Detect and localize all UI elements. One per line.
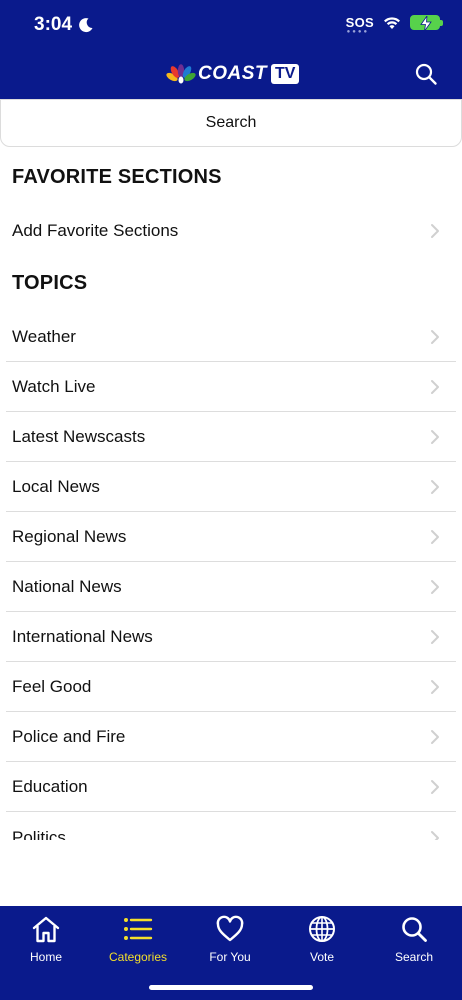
peacock-logo-icon xyxy=(166,64,196,84)
tab-label: Search xyxy=(394,950,434,964)
topic-label: Education xyxy=(12,776,88,796)
tab-label: For You xyxy=(209,950,251,964)
sos-indicator: SOS ●●●● xyxy=(345,15,374,35)
chevron-right-icon xyxy=(431,224,439,238)
chevron-right-icon xyxy=(431,831,439,840)
topics-title: TOPICS xyxy=(12,272,88,294)
topic-label: Politics xyxy=(12,828,66,840)
topic-label: Watch Live xyxy=(12,376,96,396)
battery-icon xyxy=(410,15,443,31)
topic-label: Latest Newscasts xyxy=(12,426,146,446)
topic-label: Police and Fire xyxy=(12,726,126,746)
moon-icon xyxy=(79,18,93,33)
logo-tv-badge: TV xyxy=(271,64,300,84)
topic-label: Feel Good xyxy=(12,676,92,696)
chevron-right-icon xyxy=(431,329,439,344)
signal-dots-icon: ●●●● xyxy=(346,29,370,35)
search-label: Search xyxy=(205,114,257,131)
topic-row-international-news[interactable]: International News xyxy=(6,612,456,662)
topic-row-police-and-fire[interactable]: Police and Fire xyxy=(6,712,456,762)
list-icon xyxy=(122,914,154,944)
topic-label: National News xyxy=(12,576,122,596)
status-time-text: 3:04 xyxy=(34,14,73,35)
topic-label: International News xyxy=(12,626,153,646)
topic-label: Weather xyxy=(12,326,76,346)
search-icon xyxy=(398,914,430,944)
chevron-right-icon xyxy=(431,729,439,744)
topic-row-watch-live[interactable]: Watch Live xyxy=(6,362,456,412)
chevron-right-icon xyxy=(431,629,439,644)
topic-row-feel-good[interactable]: Feel Good xyxy=(6,662,456,712)
topic-row-education[interactable]: Education xyxy=(6,762,456,812)
topic-label: Regional News xyxy=(12,526,127,546)
logo-word: COAST xyxy=(198,63,267,84)
home-indicator[interactable] xyxy=(149,985,313,990)
sos-text: SOS xyxy=(345,15,374,30)
chevron-right-icon xyxy=(431,779,439,794)
tab-label: Home xyxy=(29,950,62,964)
topic-label: Local News xyxy=(12,476,100,496)
coast-tv-logo: COAST TV xyxy=(166,62,300,86)
chevron-right-icon xyxy=(431,679,439,694)
home-icon xyxy=(30,914,62,944)
wifi-icon xyxy=(384,16,400,29)
categories-list[interactable]: FAVORITE SECTIONS Add Favorite Sections … xyxy=(0,147,462,840)
chevron-right-icon xyxy=(431,379,439,394)
tab-home[interactable]: Home xyxy=(0,914,92,974)
tab-label: Categories xyxy=(108,950,168,964)
chevron-right-icon xyxy=(431,579,439,594)
topic-row-regional-news[interactable]: Regional News xyxy=(6,512,456,562)
topic-row-latest-newscasts[interactable]: Latest Newscasts xyxy=(6,412,456,462)
topic-row-local-news[interactable]: Local News xyxy=(6,462,456,512)
tab-search[interactable]: Search xyxy=(368,914,460,974)
globe-icon xyxy=(306,914,338,944)
status-bar: 3:04 SOS ●●●● xyxy=(0,0,462,50)
topic-row-politics[interactable]: Politics xyxy=(6,813,456,840)
topic-row-weather[interactable]: Weather xyxy=(6,312,456,362)
search-icon[interactable] xyxy=(414,62,438,86)
tab-for-you[interactable]: For You xyxy=(184,914,276,974)
topic-row-national-news[interactable]: National News xyxy=(6,562,456,612)
tab-label: Vote xyxy=(309,950,335,964)
tab-vote[interactable]: Vote xyxy=(276,914,368,974)
heart-icon xyxy=(214,914,246,944)
chevron-right-icon xyxy=(431,429,439,444)
status-time: 3:04 xyxy=(34,14,94,36)
add-favorite-sections-row[interactable]: Add Favorite Sections xyxy=(6,206,456,256)
charging-bolt-icon xyxy=(420,16,432,31)
search-button[interactable]: Search xyxy=(0,99,462,147)
tab-categories[interactable]: Categories xyxy=(92,914,184,974)
favorite-sections-title: FAVORITE SECTIONS xyxy=(12,166,222,188)
chevron-right-icon xyxy=(431,479,439,494)
add-favorite-sections-label: Add Favorite Sections xyxy=(12,221,179,240)
status-indicators: SOS ●●●● xyxy=(345,15,443,35)
chevron-right-icon xyxy=(431,529,439,544)
app-header: 3:04 SOS ●●●● COAST TV xyxy=(0,0,462,99)
